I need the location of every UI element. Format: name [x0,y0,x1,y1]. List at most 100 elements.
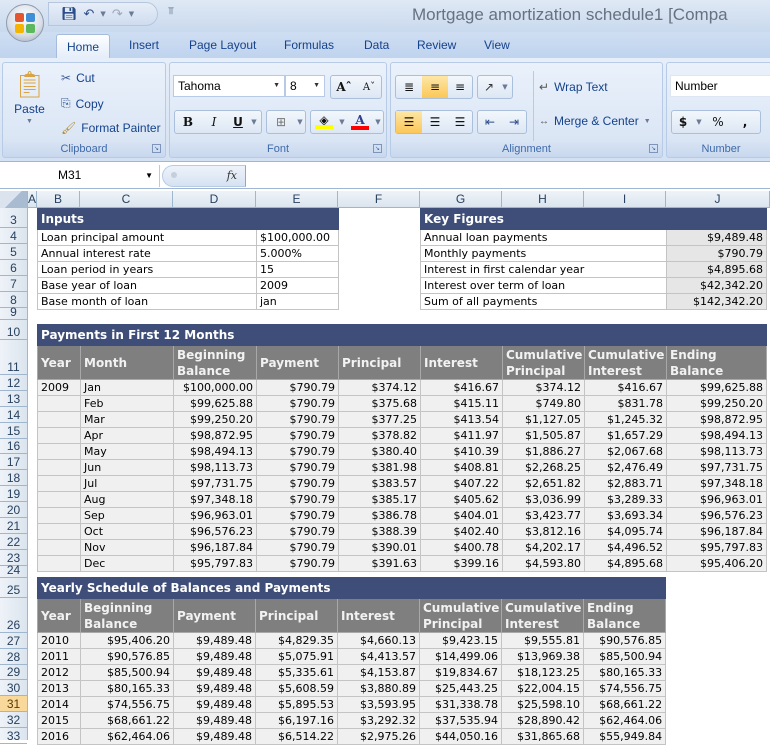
align-middle-icon[interactable]: ≡ [422,76,448,98]
table-cell[interactable]: $400.78 [420,539,503,556]
row-header-19[interactable]: 19 [0,486,27,503]
row-header-15[interactable]: 15 [0,423,27,439]
table-cell[interactable]: $4,202.17 [502,539,585,556]
table-cell[interactable]: $1,886.27 [502,443,585,460]
table-cell[interactable]: 2016 [37,728,81,745]
align-left-icon[interactable]: ☰ [396,111,422,133]
redo-dropdown[interactable]: ▼ [129,10,134,18]
table-cell[interactable]: $790.79 [256,539,339,556]
tab-view[interactable]: View [484,38,510,52]
table-cell[interactable]: $3,292.32 [337,712,420,729]
table-cell[interactable]: $790.79 [256,475,339,492]
table-cell[interactable]: 2014 [37,696,81,713]
input-value[interactable]: 2009 [256,277,339,294]
table-cell[interactable]: $4,895.68 [584,555,667,572]
input-value[interactable]: jan [256,293,339,310]
table-cell[interactable]: $85,500.94 [80,664,174,681]
key-value[interactable]: $790.79 [666,245,767,262]
column-header-c[interactable]: C [80,191,173,208]
table-cell[interactable]: $407.22 [420,475,503,492]
redo-icon[interactable]: ↷ [112,7,123,22]
row-header-24[interactable]: 24 [0,563,27,578]
table-cell[interactable]: Aug [80,491,174,508]
table-cell[interactable]: $31,338.78 [419,696,502,713]
cut-button[interactable]: ✂ Cut [61,71,95,85]
table-cell[interactable]: $19,834.67 [419,664,502,681]
table-cell[interactable]: $100,000.00 [173,379,257,396]
tab-insert[interactable]: Insert [129,38,159,52]
table-cell[interactable] [37,443,81,460]
percent-button[interactable]: % [704,111,732,133]
key-value[interactable]: $9,489.48 [666,229,767,246]
table-cell[interactable] [37,491,81,508]
table-cell[interactable]: Jan [80,379,174,396]
table-cell[interactable]: $90,576.85 [582,632,667,649]
office-button[interactable] [6,4,44,42]
row-header-3[interactable]: 3 [0,208,27,228]
table-cell[interactable]: $28,890.42 [501,712,584,729]
table-cell[interactable]: $790.79 [256,427,339,444]
table-cell[interactable]: $3,693.34 [584,507,667,524]
table-cell[interactable]: $2,268.25 [502,459,585,476]
tab-formulas[interactable]: Formulas [284,38,334,52]
table-cell[interactable]: $385.17 [338,491,421,508]
table-cell[interactable]: $62,464.06 [80,728,174,745]
currency-button[interactable]: $ [672,111,694,133]
chevron-down-icon[interactable]: ▼ [145,171,153,180]
table-cell[interactable]: $74,556.75 [80,696,174,713]
table-cell[interactable]: $410.39 [420,443,503,460]
table-cell[interactable]: $9,489.48 [173,696,256,713]
decrease-indent-icon[interactable]: ⇤ [478,111,502,133]
copy-button[interactable]: ⎘ Copy [61,96,104,111]
table-cell[interactable]: $378.82 [338,427,421,444]
row-header-9[interactable]: 9 [0,305,27,320]
table-cell[interactable]: $790.79 [256,555,339,572]
align-center-icon[interactable]: ☰ [422,111,448,133]
table-cell[interactable]: $5,075.91 [255,648,338,665]
shrink-font-icon[interactable]: Aˇ [357,76,381,98]
row-header-25[interactable]: 25 [0,578,27,598]
table-cell[interactable]: $68,661.22 [80,712,174,729]
table-cell[interactable]: $790.79 [256,379,339,396]
grow-font-icon[interactable]: Aˆ [331,76,357,98]
table-cell[interactable]: $80,165.33 [80,680,174,697]
table-cell[interactable] [37,475,81,492]
font-size-select[interactable]: 8 ▼ [285,75,325,97]
table-cell[interactable]: $9,489.48 [173,664,256,681]
tab-review[interactable]: Review [417,38,456,52]
wrap-text-button[interactable]: ↵ Wrap Text [539,80,608,94]
table-cell[interactable]: $99,625.88 [173,395,257,412]
table-cell[interactable]: $1,245.32 [584,411,667,428]
table-cell[interactable]: $790.79 [256,443,339,460]
table-cell[interactable]: Nov [80,539,174,556]
table-cell[interactable]: $790.79 [256,395,339,412]
merge-center-button[interactable]: ↔ Merge & Center ▼ [539,114,651,128]
underline-button[interactable]: U [227,111,249,133]
table-cell[interactable]: $98,872.95 [665,411,768,428]
column-header-a[interactable]: A [28,191,37,208]
table-cell[interactable]: $790.79 [256,459,339,476]
table-cell[interactable]: Sep [80,507,174,524]
number-format-select[interactable]: Number [670,75,770,97]
input-value[interactable]: 15 [256,261,339,278]
table-cell[interactable]: $25,598.10 [501,696,584,713]
row-header-22[interactable]: 22 [0,534,27,550]
table-cell[interactable]: $95,797.83 [173,555,257,572]
column-header-d[interactable]: D [173,191,256,208]
table-cell[interactable]: $9,555.81 [501,632,584,649]
chevron-down-icon[interactable]: ▼ [373,111,383,133]
table-cell[interactable]: $3,812.16 [502,523,585,540]
table-cell[interactable]: $97,348.18 [173,491,257,508]
table-cell[interactable]: $3,880.89 [337,680,420,697]
table-cell[interactable]: $408.81 [420,459,503,476]
row-header-33[interactable]: 33 [0,728,27,745]
row-header-18[interactable]: 18 [0,470,27,487]
table-cell[interactable]: $4,153.87 [337,664,420,681]
table-cell[interactable]: $374.12 [502,379,585,396]
table-cell[interactable]: $25,443.25 [419,680,502,697]
table-cell[interactable]: $85,500.94 [582,648,667,665]
table-cell[interactable]: 2011 [37,648,81,665]
table-cell[interactable]: $96,576.23 [665,507,768,524]
table-cell[interactable]: $377.25 [338,411,421,428]
input-value[interactable]: $100,000.00 [256,229,339,246]
